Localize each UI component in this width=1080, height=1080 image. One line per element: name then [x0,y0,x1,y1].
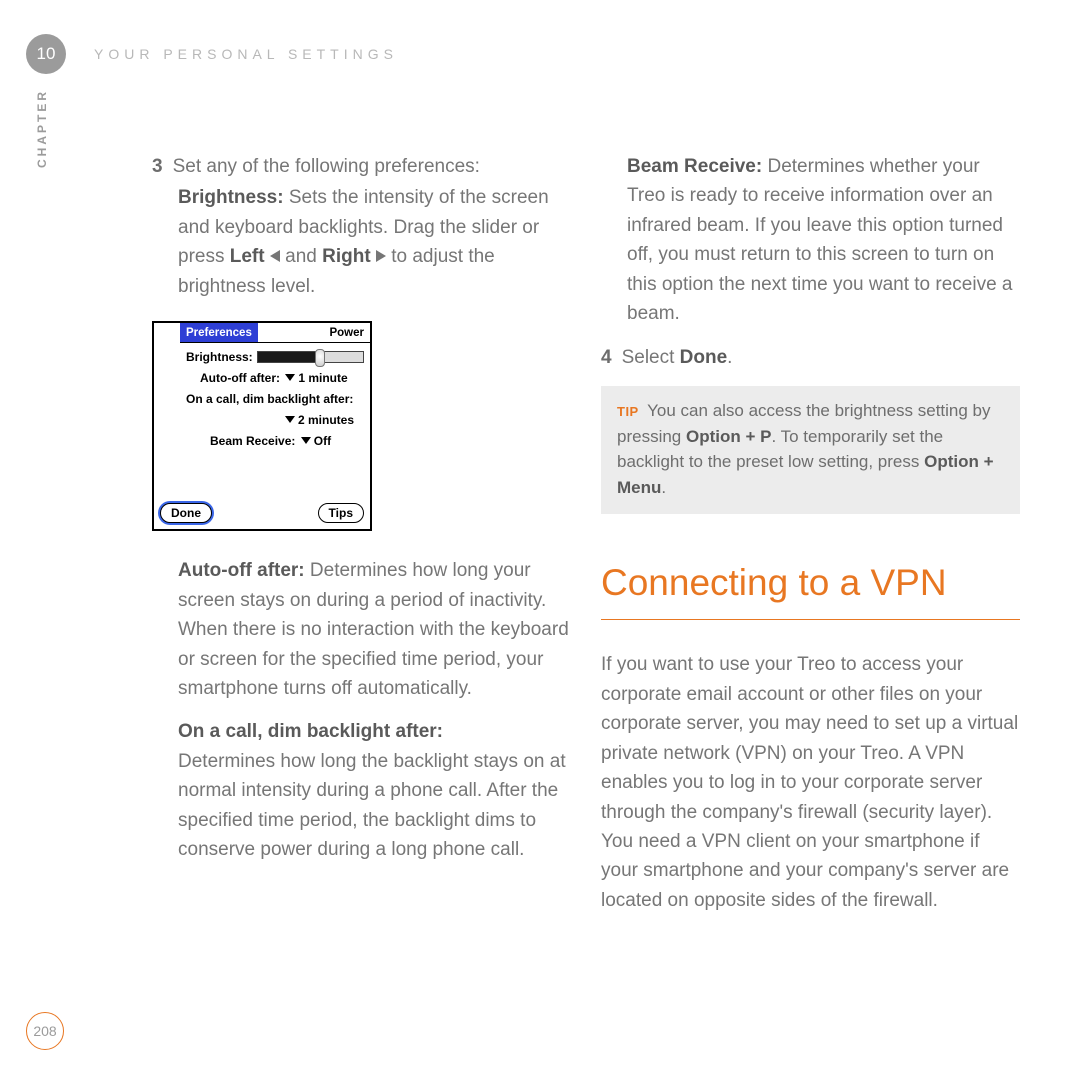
chevron-down-icon [301,437,311,444]
device-autooff-row: Auto-off after: 1 minute [186,369,364,387]
step-text: Set any of the following preferences: [173,156,480,177]
chevron-down-icon [285,416,295,423]
section-heading: Connecting to a VPN [601,554,1020,620]
content-columns: 3 Set any of the following preferences: B… [152,152,1020,929]
chevron-down-icon [285,374,295,381]
device-tips-button[interactable]: Tips [318,503,364,524]
value: 2 minutes [298,413,354,427]
label: Auto-off after: [200,371,280,385]
autooff-para: Auto-off after: Determines how long your… [152,556,571,703]
label: On a call, dim backlight after: [186,392,353,406]
page-number-badge: 208 [26,1012,64,1050]
device-oncall-value: 2 minutes [186,411,364,429]
slider-thumb-icon[interactable] [315,349,325,367]
period: . [727,347,732,368]
device-brightness-row: Brightness: [186,348,364,366]
beam-para: Beam Receive: Determines whether your Tr… [601,152,1020,329]
value: Off [314,434,331,448]
period: . [661,478,666,497]
brightness-slider[interactable] [257,351,364,363]
autooff-dropdown[interactable]: 1 minute [283,369,347,387]
tip-label: TIP [617,404,639,419]
triangle-left-icon [270,250,280,262]
page-header-title: YOUR PERSONAL SETTINGS [94,46,398,62]
chapter-number-badge: 10 [26,34,66,74]
step-4: 4 Select Done. [601,343,1020,372]
text: and [280,246,322,267]
device-done-button[interactable]: Done [160,503,212,524]
label-brightness: Brightness: [178,187,284,208]
left-column: 3 Set any of the following preferences: B… [152,152,571,929]
vpn-para: If you want to use your Treo to access y… [601,650,1020,915]
triangle-right-icon [376,250,386,262]
text: Select [622,347,680,368]
step-3: 3 Set any of the following preferences: [152,152,571,181]
device-title: Power [258,323,370,343]
done-label: Done [680,347,728,368]
label: Beam Receive: [210,434,295,448]
chapter-side-label: CHAPTER [35,89,49,168]
step-number: 3 [152,156,163,177]
step-number: 4 [601,347,612,368]
device-tab: Preferences [180,323,258,343]
value: 1 minute [298,371,347,385]
oncall-dropdown[interactable]: 2 minutes [283,411,354,429]
key-combo: Option + P [686,427,771,446]
label-autooff: Auto-off after: [178,560,305,581]
brightness-para: Brightness: Sets the intensity of the sc… [152,183,571,301]
device-brightness-label: Brightness: [186,348,253,366]
right-column: Beam Receive: Determines whether your Tr… [601,152,1020,929]
text: Determines how long the backlight stays … [178,751,566,860]
device-screenshot: Preferences Power Brightness: Auto-off a… [152,321,372,531]
label-beam: Beam Receive: [627,156,762,177]
text: Determines whether your Treo is ready to… [627,156,1013,324]
key-right: Right [322,246,371,267]
tip-box: TIP You can also access the brightness s… [601,386,1020,514]
key-left: Left [230,246,265,267]
device-beam-row: Beam Receive: Off [186,432,364,450]
device-oncall-row: On a call, dim backlight after: [186,390,364,408]
label-oncall: On a call, dim backlight after: [178,717,571,746]
beam-dropdown[interactable]: Off [299,432,331,450]
oncall-para: On a call, dim backlight after: Determine… [152,717,571,864]
